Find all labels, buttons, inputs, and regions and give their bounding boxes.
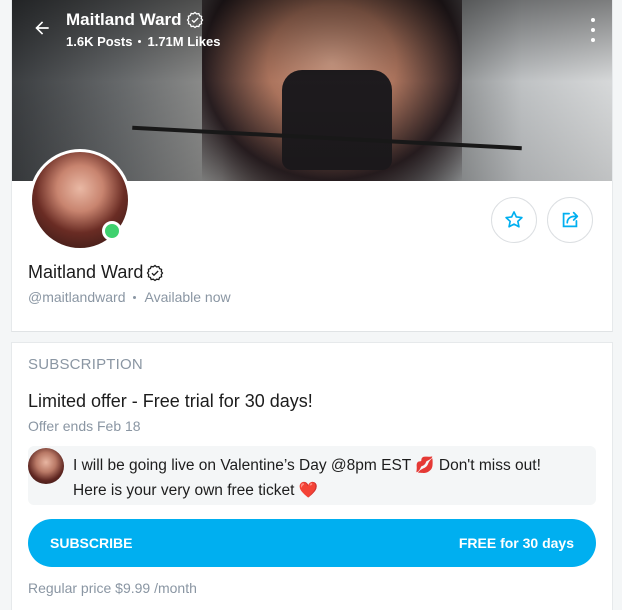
offer-title: Limited offer - Free trial for 30 days! bbox=[28, 391, 313, 411]
subscribe-price: FREE for 30 days bbox=[458, 535, 574, 551]
posts-count: 1.6K Posts bbox=[66, 34, 133, 49]
star-icon bbox=[505, 211, 523, 228]
profile-name-text: Maitland Ward bbox=[28, 262, 144, 282]
message-avatar bbox=[28, 448, 64, 484]
meta-separator bbox=[133, 295, 137, 299]
subscription-heading: SUBSCRIPTION bbox=[28, 356, 143, 373]
message-text: I will be going live on Valentine’s Day … bbox=[73, 453, 588, 503]
message-line: Here is your very own free ticket ❤️ bbox=[73, 482, 318, 499]
likes-count: 1.71M Likes bbox=[147, 34, 221, 49]
stats-separator bbox=[138, 40, 142, 43]
offer-ends: Offer ends Feb 18 bbox=[28, 418, 141, 434]
profile-handle: @maitlandward bbox=[28, 289, 126, 305]
profile-card: Maitland Ward 1.6K Posts 1.71M Likes Mai… bbox=[11, 0, 613, 332]
header-title: Maitland Ward bbox=[66, 10, 204, 30]
message-line: I will be going live on Valentine’s Day … bbox=[73, 457, 541, 474]
header-name: Maitland Ward bbox=[66, 10, 182, 29]
share-icon bbox=[562, 211, 579, 228]
header-stats: 1.6K Posts 1.71M Likes bbox=[66, 34, 220, 49]
creator-message: I will be going live on Valentine’s Day … bbox=[28, 446, 596, 505]
back-button[interactable] bbox=[28, 14, 56, 42]
more-dot bbox=[591, 28, 595, 32]
more-options-button[interactable] bbox=[588, 18, 598, 42]
back-arrow-icon bbox=[35, 21, 49, 35]
share-button[interactable] bbox=[547, 197, 593, 243]
add-to-favorites-button[interactable] bbox=[491, 197, 537, 243]
regular-price: Regular price $9.99 /month bbox=[28, 580, 197, 596]
profile-meta: @maitlandward Available now bbox=[28, 289, 231, 305]
verified-icon bbox=[186, 11, 203, 29]
verified-icon bbox=[147, 264, 164, 281]
online-indicator bbox=[102, 221, 122, 241]
more-dot bbox=[591, 38, 595, 42]
profile-name: Maitland Ward bbox=[28, 262, 164, 283]
availability-status: Available now bbox=[144, 289, 231, 305]
subscribe-label: SUBSCRIBE bbox=[50, 535, 133, 551]
more-vertical-icon bbox=[591, 18, 595, 22]
subscription-card: SUBSCRIPTION Limited offer - Free trial … bbox=[11, 342, 613, 610]
subscribe-button[interactable]: SUBSCRIBE FREE for 30 days bbox=[28, 519, 596, 567]
